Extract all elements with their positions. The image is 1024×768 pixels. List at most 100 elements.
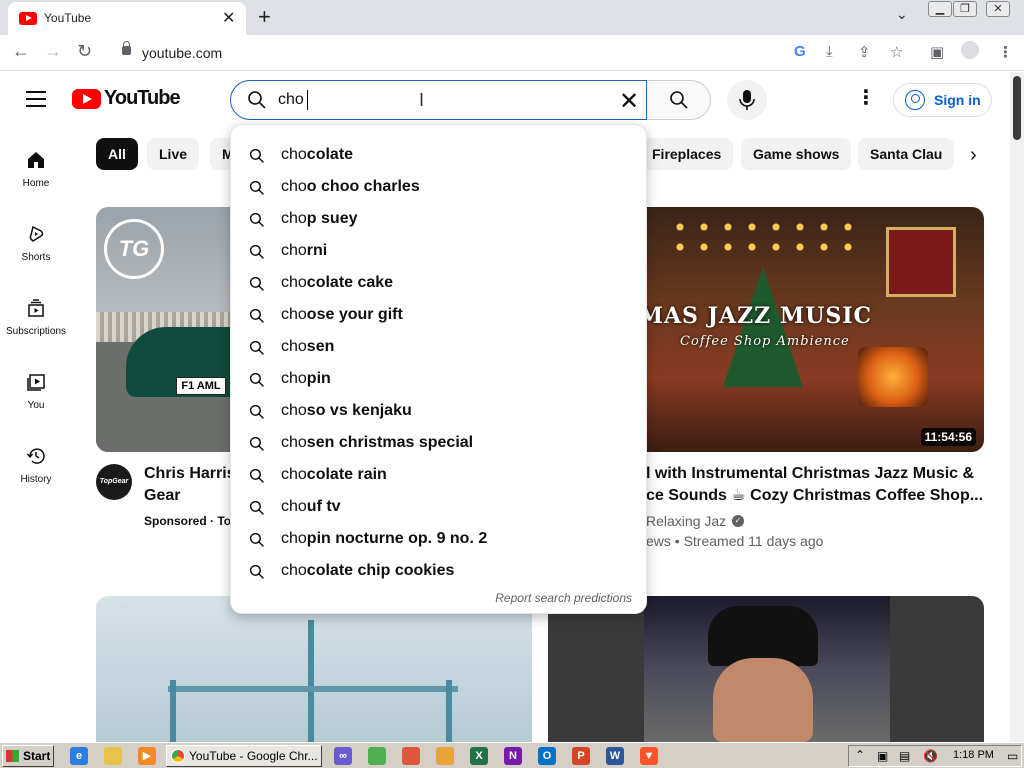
suggestion-item[interactable]: choose your gift — [231, 299, 648, 331]
search-input[interactable]: cho — [278, 91, 304, 109]
start-button[interactable]: Start — [2, 745, 54, 767]
monitor-icon[interactable]: ▤ — [899, 749, 910, 763]
suggestion-item[interactable]: chocolate chip cookies — [231, 555, 648, 587]
page-scrollbar[interactable] — [1010, 72, 1024, 742]
tab-close-icon[interactable]: ✕ — [222, 8, 235, 28]
app-icon[interactable] — [368, 747, 386, 765]
powerpoint-icon[interactable]: P — [572, 747, 590, 765]
suggestion-item[interactable]: chocolate — [231, 139, 648, 171]
clock-time[interactable]: 1:18 PM — [953, 749, 994, 761]
sign-in-button[interactable]: Sign in — [893, 83, 992, 117]
text-caret — [307, 90, 308, 110]
taskbar-item-chrome[interactable]: YouTube - Google Chr... — [166, 745, 322, 767]
search-icon — [249, 148, 265, 169]
restore-button[interactable]: ❐ — [953, 1, 977, 17]
profile-avatar-icon[interactable] — [961, 41, 979, 59]
search-icon — [249, 244, 265, 265]
media-player-icon[interactable]: ▶ — [138, 747, 156, 765]
chip-fireplaces[interactable]: Fireplaces — [640, 138, 734, 170]
suggestion-completion: colate — [306, 146, 354, 163]
suggestion-item[interactable]: chocolate rain — [231, 459, 648, 491]
brave-icon[interactable]: ▼ — [640, 747, 658, 765]
suggestion-prefix: cho — [281, 466, 307, 483]
voice-search-button[interactable] — [727, 80, 767, 120]
suggestion-prefix: cho — [281, 434, 307, 451]
google-lens-icon[interactable]: G — [794, 43, 806, 60]
browser-tab-youtube[interactable]: YouTube ✕ — [8, 2, 246, 35]
bookmark-star-icon[interactable]: ☆ — [890, 43, 903, 61]
outlook-icon[interactable]: O — [538, 747, 556, 765]
suggestion-item[interactable]: chocolate cake — [231, 267, 648, 299]
share-icon[interactable]: ⇪ — [858, 43, 871, 61]
back-icon[interactable]: ← — [12, 41, 30, 62]
volume-muted-icon[interactable]: 🔇 — [923, 749, 938, 763]
suggestion-item[interactable]: choso vs kenjaku — [231, 395, 648, 427]
channel-name[interactable]: Relaxing Jazz — [646, 513, 726, 529]
video-thumbnail-aircraft[interactable] — [96, 596, 532, 742]
report-search-predictions-link[interactable]: Report search predictions — [495, 591, 632, 605]
tray-expand-icon[interactable]: ⌃ — [855, 748, 865, 762]
word-icon[interactable]: W — [606, 747, 624, 765]
suggestion-item[interactable]: chouf tv — [231, 491, 648, 523]
search-input-box[interactable]: cho I ✕ — [230, 80, 647, 120]
forward-icon[interactable]: → — [44, 41, 62, 62]
onenote-icon[interactable]: N — [504, 747, 522, 765]
sidebar-item-history[interactable]: History — [0, 446, 72, 510]
url-text[interactable]: youtube.com — [142, 45, 222, 61]
browser-toolbar: ← → ↻ youtube.com G ⤓ ⇪ ☆ ▣ ⋮ — [0, 35, 1024, 71]
app-icon[interactable] — [402, 747, 420, 765]
chip-game-shows[interactable]: Game shows — [741, 138, 852, 170]
window-close-button[interactable]: ✕ — [986, 1, 1010, 17]
network-icon[interactable]: ▣ — [877, 749, 888, 763]
sidebar-item-you[interactable]: You — [0, 372, 72, 436]
suggestion-item[interactable]: chosen — [231, 331, 648, 363]
show-desktop-icon[interactable]: ▭ — [1007, 749, 1018, 763]
install-app-icon[interactable]: ⤓ — [826, 43, 833, 60]
chip-live[interactable]: Live — [147, 138, 200, 170]
sidebar-item-home[interactable]: Home — [0, 150, 72, 214]
video-title-line2[interactable]: Gear — [144, 485, 230, 507]
channel-avatar-topgear[interactable]: TopGear — [96, 464, 132, 500]
sidebar-item-subscriptions[interactable]: Subscriptions — [0, 298, 72, 362]
scrollbar-thumb[interactable] — [1013, 76, 1021, 140]
suggestion-prefix: cho — [281, 146, 307, 163]
suggestion-item[interactable]: chorni — [231, 235, 648, 267]
search-button[interactable] — [647, 80, 711, 120]
new-tab-button[interactable]: + — [258, 4, 271, 30]
suggestion-item[interactable]: chopin — [231, 363, 648, 395]
app-icon[interactable]: ∞ — [334, 747, 352, 765]
search-icon — [249, 436, 265, 457]
guide-menu-icon[interactable] — [26, 91, 46, 107]
youtube-favicon-icon — [19, 12, 37, 25]
address-bar[interactable]: youtube.com — [110, 38, 936, 68]
chip-next-arrow-icon[interactable]: › — [970, 144, 977, 167]
video-thumbnail-mecca[interactable] — [548, 596, 984, 742]
video-title-line1[interactable]: Chris Harris — [144, 463, 230, 485]
ie-icon[interactable]: e — [70, 747, 88, 765]
video-title-line1[interactable]: l with Instrumental Christmas Jazz Music… — [646, 463, 984, 485]
search-icon — [249, 500, 265, 521]
video-title-line2[interactable]: ce Sounds ☕ Cozy Christmas Coffee Shop..… — [646, 485, 984, 507]
sidebar-item-label: History — [20, 474, 52, 485]
minimize-button[interactable]: ▁ — [928, 1, 952, 17]
clear-search-icon[interactable]: ✕ — [619, 87, 639, 116]
sidebar-item-label: Subscriptions — [5, 326, 67, 337]
suggestion-item[interactable]: chopin nocturne op. 9 no. 2 — [231, 523, 648, 555]
chip-santa-claus[interactable]: Santa Clau — [858, 138, 954, 170]
suggestion-item[interactable]: chosen christmas special — [231, 427, 648, 459]
paint-icon[interactable] — [436, 747, 454, 765]
excel-icon[interactable]: X — [470, 747, 488, 765]
reload-icon[interactable]: ↻ — [77, 41, 92, 62]
settings-more-icon[interactable]: ⋮ — [856, 88, 876, 108]
suggestion-item[interactable]: choo choo charles — [231, 171, 648, 203]
suggestion-item[interactable]: chop suey — [231, 203, 648, 235]
tab-search-chevron-icon[interactable]: ⌄ — [896, 6, 908, 23]
lock-icon[interactable] — [122, 41, 131, 55]
chip-all[interactable]: All — [96, 138, 138, 170]
sidebar-item-shorts[interactable]: Shorts — [0, 224, 72, 288]
search-icon — [249, 564, 265, 585]
chrome-menu-icon[interactable]: ⋮ — [998, 43, 1013, 61]
suggestion-prefix: cho — [281, 530, 307, 547]
explorer-folder-icon[interactable] — [104, 747, 122, 765]
side-panel-icon[interactable]: ▣ — [930, 43, 944, 61]
